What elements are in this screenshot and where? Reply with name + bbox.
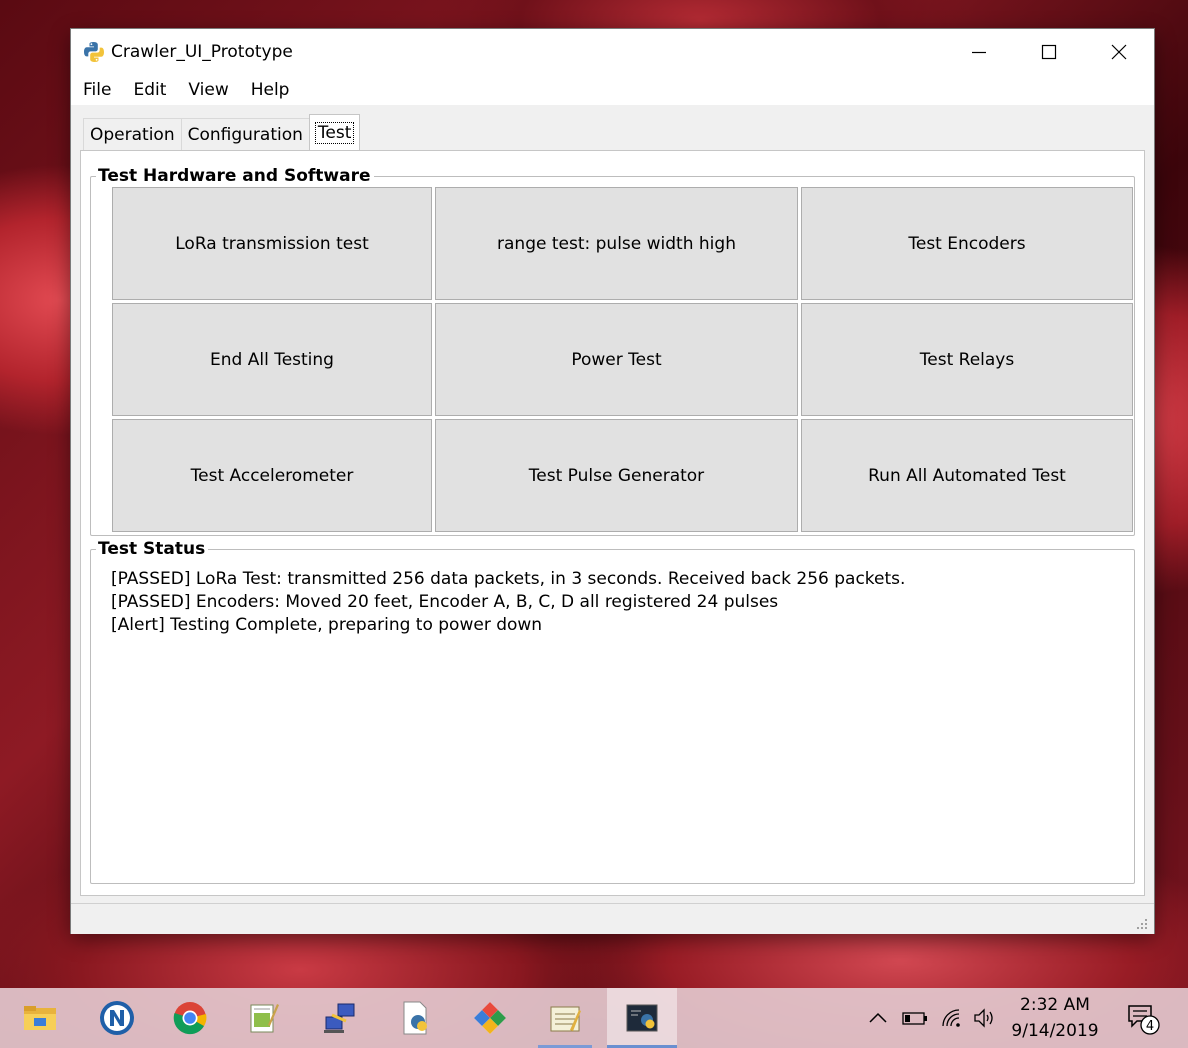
menu-view[interactable]: View	[177, 75, 239, 105]
tab-configuration-label: Configuration	[187, 125, 303, 145]
colorful-app-icon	[474, 1002, 506, 1034]
test-tab-panel: Test Hardware and Software LoRa transmis…	[80, 150, 1145, 896]
notification-count: 4	[1146, 1019, 1154, 1034]
editor-app-button[interactable]	[530, 988, 600, 1048]
minimize-button[interactable]	[944, 29, 1014, 75]
test-accelerometer-button[interactable]: Test Accelerometer	[112, 419, 432, 532]
close-button[interactable]	[1084, 29, 1154, 75]
close-icon	[1111, 44, 1127, 60]
minimize-icon	[972, 51, 986, 54]
battery-icon	[902, 1012, 927, 1025]
maximize-button[interactable]	[1014, 29, 1084, 75]
app-window: Crawler_UI_Prototype File Edit View Help…	[71, 29, 1154, 934]
clock[interactable]: 2:32 AM 9/14/2019	[1000, 988, 1110, 1048]
clock-date: 9/14/2019	[1011, 1021, 1099, 1041]
colorful-app-button[interactable]	[455, 988, 525, 1048]
battery-button[interactable]	[900, 988, 930, 1048]
notepad-button[interactable]	[228, 988, 298, 1048]
editor-app-icon	[550, 1006, 581, 1032]
menu-bar: File Edit View Help	[71, 75, 1154, 105]
power-test-button[interactable]: Power Test	[435, 303, 798, 416]
tab-configuration[interactable]: Configuration	[180, 118, 310, 150]
title-bar[interactable]: Crawler_UI_Prototype	[71, 29, 1154, 75]
test-pulse-generator-button[interactable]: Test Pulse Generator	[435, 419, 798, 532]
file-explorer-button[interactable]	[5, 988, 75, 1048]
tab-test[interactable]: Test	[308, 114, 361, 150]
chrome-icon	[173, 1002, 207, 1035]
network-tray-button[interactable]	[938, 988, 966, 1048]
end-all-testing-button[interactable]: End All Testing	[112, 303, 432, 416]
python-file-icon	[403, 1001, 427, 1035]
python-file-button[interactable]	[380, 988, 450, 1048]
clock-time: 2:32 AM	[1020, 995, 1090, 1015]
folder-icon	[24, 1006, 56, 1030]
python-icon	[84, 42, 104, 62]
test-status-log: [PASSED] LoRa Test: transmitted 256 data…	[111, 568, 905, 637]
status-line: [Alert] Testing Complete, preparing to p…	[111, 615, 543, 635]
network-icon	[324, 1003, 355, 1033]
python-app-icon	[626, 1004, 658, 1032]
run-all-automated-test-button[interactable]: Run All Automated Test	[801, 419, 1133, 532]
status-line: [PASSED] LoRa Test: transmitted 256 data…	[111, 569, 906, 589]
speaker-icon	[974, 1008, 993, 1028]
test-hardware-group: Test Hardware and Software LoRa transmis…	[90, 165, 1135, 536]
tab-operation[interactable]: Operation	[83, 118, 182, 150]
resize-grip-icon[interactable]	[1136, 918, 1148, 930]
tab-strip: Operation Configuration Test	[83, 114, 361, 150]
python-app-button[interactable]	[607, 988, 677, 1048]
n-app-button[interactable]	[82, 988, 152, 1048]
maximize-icon	[1041, 44, 1057, 60]
window-title: Crawler_UI_Prototype	[111, 42, 293, 62]
wifi-icon	[942, 1009, 960, 1027]
n-app-icon	[100, 1001, 134, 1035]
show-hidden-icons-button[interactable]	[864, 988, 892, 1048]
status-bar	[71, 903, 1154, 934]
menu-edit[interactable]: Edit	[122, 75, 177, 105]
test-status-group-title: Test Status	[96, 538, 209, 560]
chevron-up-icon	[869, 1012, 887, 1023]
range-test-button[interactable]: range test: pulse width high	[435, 187, 798, 300]
network-app-button[interactable]	[305, 988, 375, 1048]
test-encoders-button[interactable]: Test Encoders	[801, 187, 1133, 300]
lora-transmission-test-button[interactable]: LoRa transmission test	[112, 187, 432, 300]
test-status-group: Test Status [PASSED] LoRa Test: transmit…	[90, 538, 1135, 884]
menu-help[interactable]: Help	[240, 75, 301, 105]
notepad-icon	[250, 1004, 279, 1033]
menu-file[interactable]: File	[71, 75, 122, 105]
tab-test-label: Test	[314, 122, 355, 144]
test-relays-button[interactable]: Test Relays	[801, 303, 1133, 416]
chrome-button[interactable]	[155, 988, 225, 1048]
status-line: [PASSED] Encoders: Moved 20 feet, Encode…	[111, 592, 779, 612]
volume-button[interactable]	[970, 988, 1000, 1048]
test-hardware-group-title: Test Hardware and Software	[96, 165, 374, 187]
notification-icon: 4	[1128, 1005, 1160, 1035]
tab-operation-label: Operation	[90, 125, 175, 145]
action-center-button[interactable]: 4	[1120, 988, 1164, 1048]
taskbar: 2:32 AM 9/14/2019 4	[0, 988, 1188, 1048]
